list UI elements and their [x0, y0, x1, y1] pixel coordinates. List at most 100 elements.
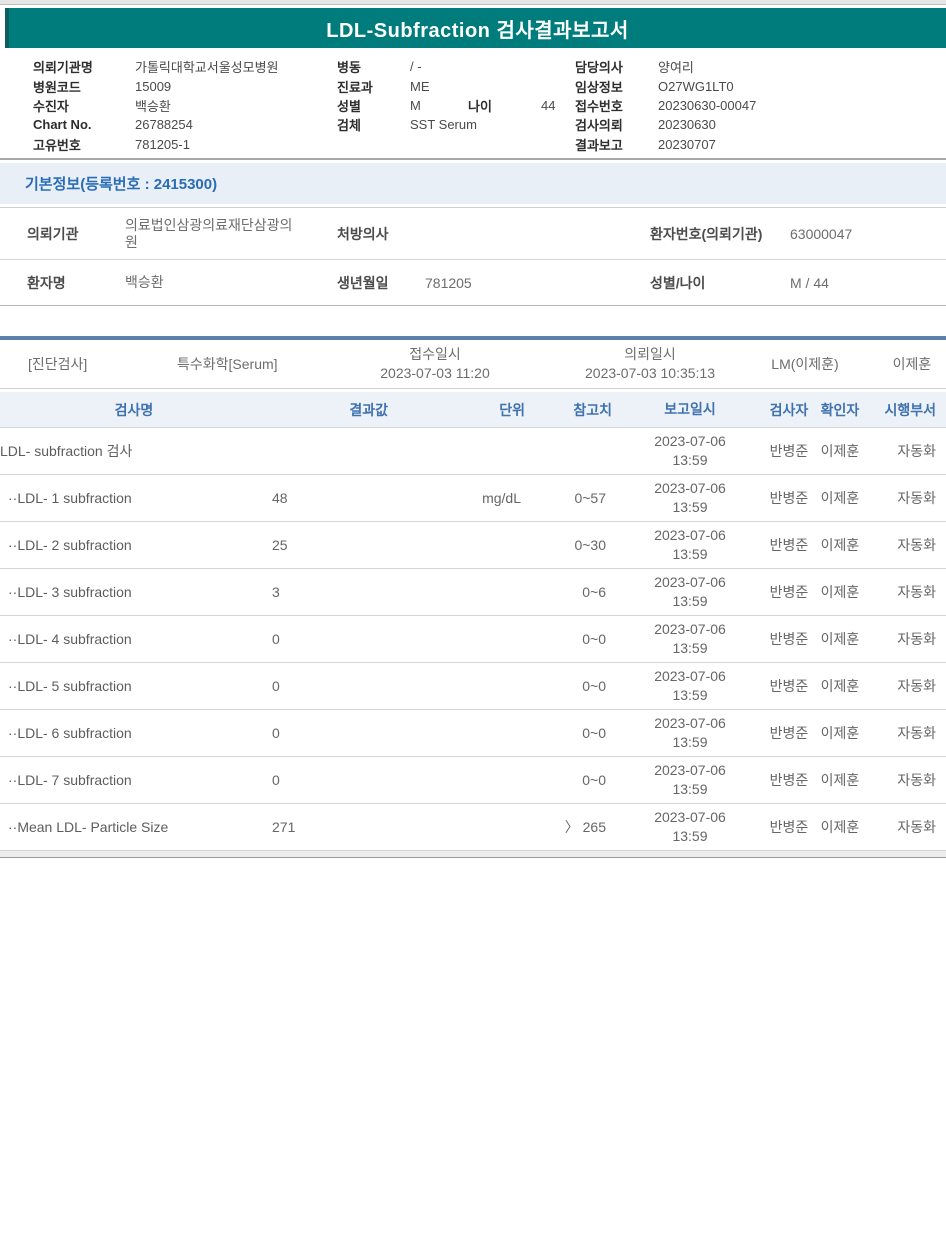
field-label: 성별: [337, 98, 361, 114]
field-label: 접수번호: [575, 98, 623, 114]
field-value: 가톨릭대학교서울성모병원: [135, 60, 279, 76]
cell-tester: 반병준: [769, 772, 809, 788]
report-date: 2023-07-06: [654, 715, 726, 731]
cell-result: 3: [272, 584, 280, 600]
header-field-row: 고유번호 781205-1: [33, 135, 279, 154]
header-field-row: 병동 / -: [337, 57, 555, 76]
header-field-row: Chart No. 26788254: [33, 115, 279, 134]
test-name-text: ··LDL- 7 subfraction: [8, 772, 132, 788]
header-column-right: 담당의사 양여리 임상정보 O27WG1LT0 접수번호 20230630-00047 검사…: [575, 57, 756, 154]
header-column-middle: 병동 / - 진료과 ME 성별 M 나이 44 검체 SST Serum: [337, 57, 555, 135]
result-row: ··LDL- 6 subfraction 0 0~0 2023-07-06 13:59 반…: [0, 710, 946, 757]
field-value: 781205: [425, 275, 650, 291]
test-name-text: ··Mean LDL- Particle Size: [8, 819, 169, 835]
patient-info-table: 의뢰기관 의료법인삼광의료재단삼광의원 처방의사 환자번호(의뢰기관) 63000047…: [0, 207, 946, 306]
cell-reference: 0~30: [574, 537, 606, 553]
field-value-text: 의료법인삼광의료재단삼광의원: [125, 216, 293, 250]
cell-report-datetime: 2023-07-06 13:59: [614, 667, 766, 705]
cell-test-name: ··LDL- 7 subfraction: [0, 772, 268, 788]
cell-tester: 반병준: [769, 678, 809, 694]
header-field-row: 병원코드 15009: [33, 76, 279, 95]
cell-tester: 반병준: [769, 443, 809, 459]
field-label: Chart No.: [33, 117, 92, 133]
report-date: 2023-07-06: [654, 621, 726, 637]
cell-department: 자동화: [897, 772, 936, 788]
cell-verifier: 이제훈: [820, 443, 860, 459]
header-divider: [0, 158, 946, 160]
field-label: 결과보고: [575, 137, 623, 153]
lab-report-page: LDL-Subfraction 검사결과보고서 의뢰기관명 가톨릭대학교서울성모병…: [0, 0, 946, 1244]
field-label: 수진자: [33, 98, 69, 114]
header-field-row: 담당의사 양여리: [575, 57, 756, 76]
field-value: M / 44: [790, 275, 946, 291]
field-label: 의뢰기관: [27, 225, 79, 242]
cell-department: 자동화: [897, 631, 936, 647]
result-row: ··LDL- 7 subfraction 0 0~0 2023-07-06 13:59 반…: [0, 757, 946, 804]
report-date: 2023-07-06: [654, 668, 726, 684]
field-value-text: M / 44: [790, 274, 829, 291]
test-name-text: ··LDL- 6 subfraction: [8, 725, 132, 741]
cell-report-datetime: 2023-07-06 13:59: [614, 761, 766, 799]
field-value: / -: [410, 59, 422, 75]
cell-report-datetime: 2023-07-06 13:59: [614, 573, 766, 611]
report-title-bar: LDL-Subfraction 검사결과보고서: [5, 8, 946, 48]
cell-test-name: ··LDL- 3 subfraction: [0, 584, 268, 600]
report-date: 2023-07-06: [654, 809, 726, 825]
field-value: 20230630: [658, 117, 716, 133]
cell-result: 0: [272, 725, 280, 741]
cell-tester: 반병준: [769, 725, 809, 741]
cell-result: 0: [272, 772, 280, 788]
field-value-text: 백승환: [125, 274, 164, 290]
field-label: 병원코드: [33, 79, 81, 95]
cell-department: 자동화: [897, 725, 936, 741]
lab-section: LM(이제훈): [771, 356, 839, 372]
cell-tester: 반병준: [769, 537, 809, 553]
header-field-row: 수진자 백승환: [33, 96, 279, 115]
field-label: 병동: [337, 60, 361, 76]
result-row: ··Mean LDL- Particle Size 271 〉 265 2023-07…: [0, 804, 946, 851]
basic-info-section-title: 기본정보(등록번호 : 2415300): [25, 176, 218, 193]
cell-test-name: LDL- subfraction 검사: [0, 441, 268, 461]
field-value: 백승환: [125, 274, 337, 291]
cell-report-datetime: 2023-07-06 13:59: [614, 714, 766, 752]
result-row: ··LDL- 5 subfraction 0 0~0 2023-07-06 13:59 반…: [0, 663, 946, 710]
test-name-text: ··LDL- 5 subfraction: [8, 678, 132, 694]
cell-test-name: ··LDL- 1 subfraction: [0, 490, 268, 506]
cell-unit: mg/dL: [482, 490, 521, 506]
field-value: 63000047: [790, 226, 946, 242]
report-time: 13:59: [672, 499, 708, 515]
results-header-row: 검사명 결과값 단위 참고치 보고일시 검사자 확인자 시행부서: [0, 392, 946, 428]
report-time: 13:59: [672, 734, 708, 750]
col-header-test-name: 검사명: [114, 401, 154, 418]
reporter-name: 이제훈: [892, 356, 932, 372]
report-header-info: 의뢰기관명 가톨릭대학교서울성모병원 병원코드 15009 수진자 백승환 Chart No…: [0, 57, 946, 157]
cell-reference: 0~57: [574, 490, 606, 506]
col-header-department: 시행부서: [884, 401, 936, 418]
result-row: ··LDL- 4 subfraction 0 0~0 2023-07-06 13:59 반…: [0, 616, 946, 663]
report-date: 2023-07-06: [654, 433, 726, 449]
header-field-row: 임상정보 O27WG1LT0: [575, 76, 756, 95]
cell-verifier: 이제훈: [820, 537, 860, 553]
cell-verifier: 이제훈: [820, 772, 860, 788]
header-field-row: 성별 M 나이 44: [337, 96, 555, 115]
test-category: [진단검사]: [28, 356, 88, 372]
report-date: 2023-07-06: [654, 527, 726, 543]
cell-tester: 반병준: [769, 819, 809, 835]
cell-report-datetime: 2023-07-06 13:59: [614, 479, 766, 517]
report-time: 13:59: [672, 781, 708, 797]
cell-report-datetime: 2023-07-06 13:59: [614, 432, 766, 470]
cell-verifier: 이제훈: [820, 678, 860, 694]
result-row: ··LDL- 1 subfraction 48 mg/dL 0~57 2023-07-0…: [0, 475, 946, 522]
cell-department: 자동화: [897, 678, 936, 694]
field-value: 26788254: [135, 117, 193, 133]
cell-report-datetime: 2023-07-06 13:59: [614, 526, 766, 564]
cell-verifier: 이제훈: [820, 725, 860, 741]
cell-tester: 반병준: [769, 584, 809, 600]
cell-reference: 0~0: [582, 631, 606, 647]
test-name-text: LDL- subfraction 검사: [0, 443, 133, 459]
field-label: 임상정보: [575, 79, 623, 95]
header-field-row: 진료과 ME: [337, 76, 555, 95]
result-row: LDL- subfraction 검사 2023-07-06 13:59 반병준 이제훈…: [0, 428, 946, 475]
cell-verifier: 이제훈: [820, 584, 860, 600]
cell-reference: 0~0: [582, 725, 606, 741]
